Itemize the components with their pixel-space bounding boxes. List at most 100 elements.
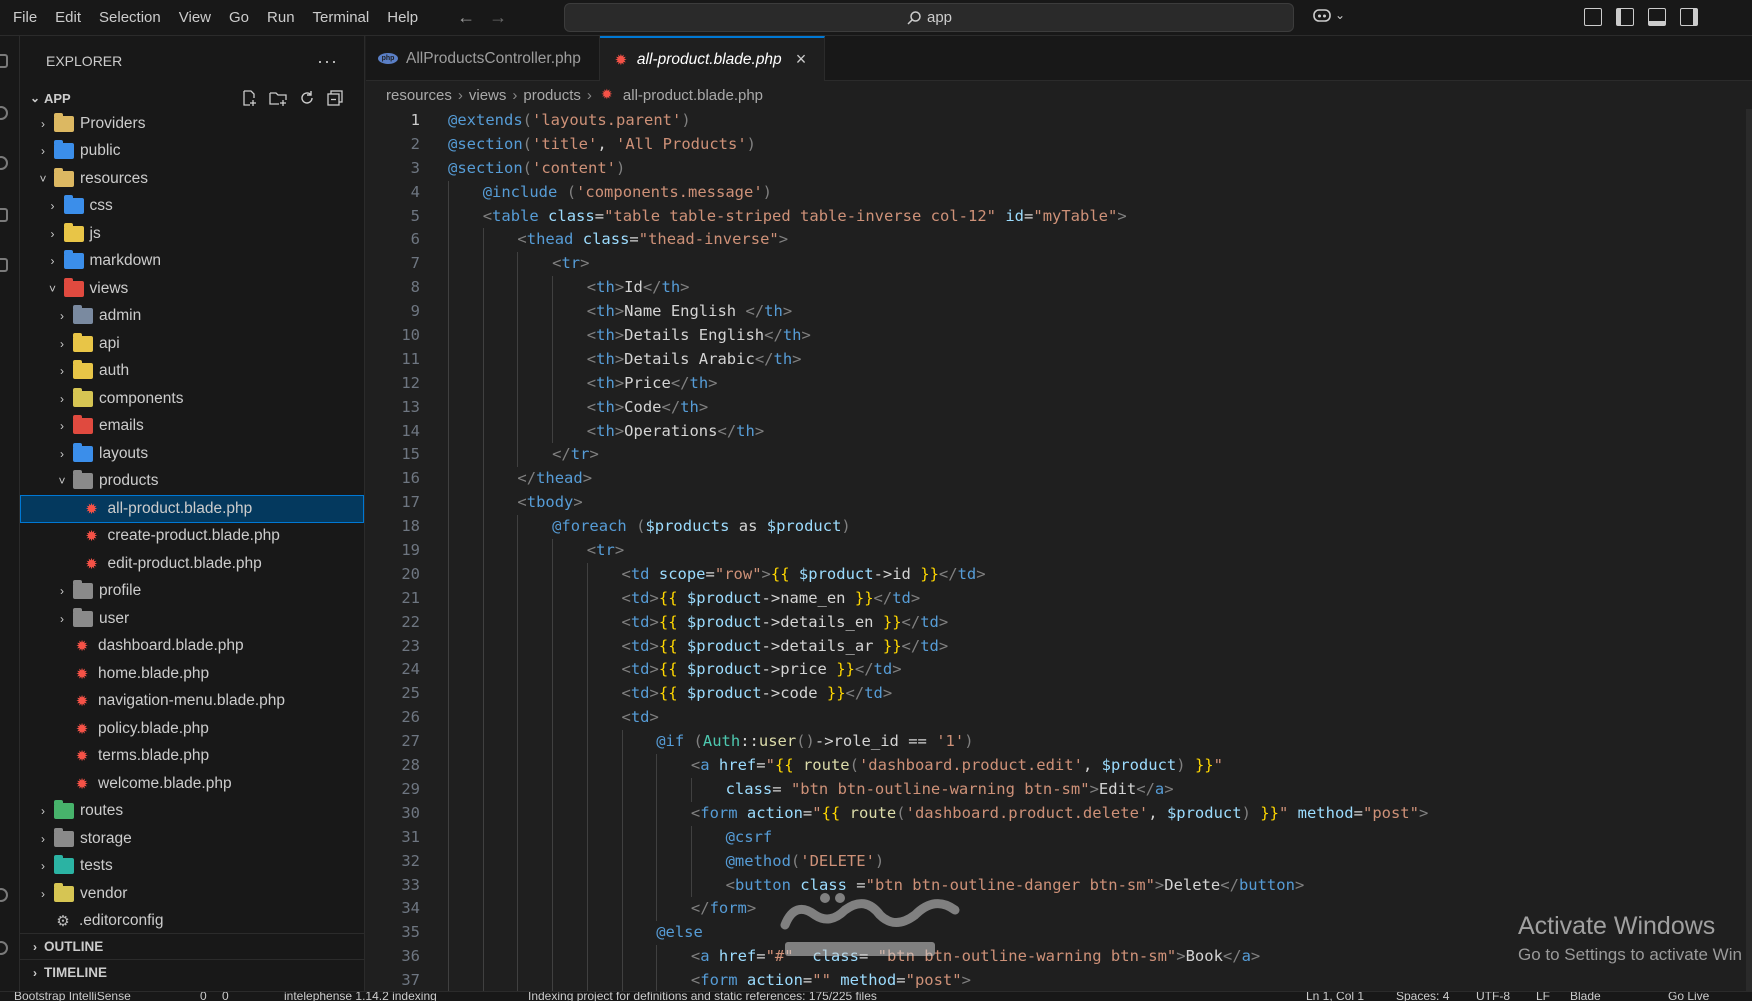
code-token: </ xyxy=(1220,875,1239,894)
timeline-section[interactable]: › TIMELINE xyxy=(20,959,365,985)
command-center-search[interactable]: app xyxy=(564,3,1294,32)
status-item[interactable]: Bootstrap IntelliSense xyxy=(14,992,131,1001)
folder-item[interactable]: › storage xyxy=(20,825,364,853)
back-arrow-icon[interactable]: ← xyxy=(457,7,475,28)
code-editor[interactable]: 1 @extends('layouts.parent') 2 @section('ti… xyxy=(366,109,1752,991)
tab-all-product-blade[interactable]: ✹ all-product.blade.php × xyxy=(599,36,826,81)
code-token: @foreach xyxy=(552,517,627,536)
status-cursor-position[interactable]: Ln 1, Col 1 xyxy=(1306,992,1364,1001)
file-item[interactable]: ✹ create-product.blade.php xyxy=(20,523,364,551)
code-token: < xyxy=(586,326,597,345)
customize-layout-icon[interactable] xyxy=(1584,8,1602,26)
tree-item-label: .editorconfig xyxy=(79,912,164,930)
folder-item[interactable]: ˅ resources xyxy=(20,165,364,193)
file-item[interactable]: ✹ terms.blade.php xyxy=(20,743,364,771)
code-line: 13 <th>Code</th> xyxy=(366,395,1752,420)
refresh-icon[interactable] xyxy=(298,89,316,107)
status-eol[interactable]: LF xyxy=(1536,992,1550,1001)
indent-guide xyxy=(448,395,449,420)
breadcrumb-item[interactable]: resources xyxy=(386,87,452,104)
toggle-primary-sidebar-icon[interactable] xyxy=(1616,8,1634,26)
file-item[interactable]: ✹ all-product.blade.php xyxy=(20,495,364,523)
status-item[interactable]: intelephense 1.14.2 indexing xyxy=(284,992,437,1001)
folder-item[interactable]: › layouts xyxy=(20,440,364,468)
new-file-icon[interactable] xyxy=(240,89,258,107)
blade-file-icon: ✹ xyxy=(85,554,98,573)
indent-guide xyxy=(482,730,484,755)
status-go-live[interactable]: Go Live xyxy=(1668,992,1709,1001)
folder-item[interactable]: ˅ views xyxy=(20,275,364,303)
code-token: @extends xyxy=(448,111,523,129)
file-item[interactable]: ✹ welcome.blade.php xyxy=(20,770,364,798)
indent-guide xyxy=(448,276,449,301)
account-icon[interactable] xyxy=(0,888,8,902)
extensions-icon[interactable] xyxy=(0,258,8,272)
status-warnings[interactable]: 0 xyxy=(222,992,229,1001)
indent-guide xyxy=(482,801,484,826)
copilot-button[interactable]: ⌄ xyxy=(1312,6,1345,24)
menu-selection[interactable]: Selection xyxy=(90,0,170,36)
menu-help[interactable]: Help xyxy=(378,0,427,36)
file-item[interactable]: ⚙ .editorconfig xyxy=(20,908,364,936)
breadcrumb-item[interactable]: products xyxy=(523,87,581,104)
collapse-all-icon[interactable] xyxy=(326,89,344,107)
file-item[interactable]: ✹ dashboard.blade.php xyxy=(20,633,364,661)
file-item[interactable]: ✹ policy.blade.php xyxy=(20,715,364,743)
toggle-panel-icon[interactable] xyxy=(1648,8,1666,26)
blade-file-icon: ✹ xyxy=(75,664,89,683)
settings-gear-icon[interactable] xyxy=(0,941,8,955)
status-item[interactable]: Indexing project for definitions and sta… xyxy=(528,992,877,1001)
folder-item[interactable]: › api xyxy=(20,330,364,358)
folder-item[interactable]: › js xyxy=(20,220,364,248)
folder-item[interactable]: › markdown xyxy=(20,248,364,276)
folder-item[interactable]: › routes xyxy=(20,798,364,826)
folder-item[interactable]: ˅ products xyxy=(20,468,364,496)
folder-item[interactable]: › components xyxy=(20,385,364,413)
menu-view[interactable]: View xyxy=(170,0,220,36)
folder-item[interactable]: › profile xyxy=(20,578,364,606)
status-indentation[interactable]: Spaces: 4 xyxy=(1396,992,1449,1001)
breadcrumb-item[interactable]: all-product.blade.php xyxy=(623,87,763,104)
tab-allproductscontroller[interactable]: php AllProductsController.php xyxy=(366,36,600,81)
outline-section[interactable]: › OUTLINE xyxy=(20,933,365,959)
folder-item[interactable]: › emails xyxy=(20,413,364,441)
menu-run[interactable]: Run xyxy=(258,0,304,36)
folder-item[interactable]: › vendor xyxy=(20,880,364,908)
folder-item[interactable]: › user xyxy=(20,605,364,633)
file-item[interactable]: ✹ edit-product.blade.php xyxy=(20,550,364,578)
menu-file[interactable]: File xyxy=(4,0,46,36)
folder-item[interactable]: › Providers xyxy=(20,110,364,138)
folder-item[interactable]: › admin xyxy=(20,303,364,331)
folder-item[interactable]: › tests xyxy=(20,853,364,881)
file-item[interactable]: ✹ home.blade.php xyxy=(20,660,364,688)
folder-item[interactable]: › css xyxy=(20,193,364,221)
scrollbar[interactable] xyxy=(1746,109,1752,991)
search-icon[interactable] xyxy=(0,106,8,120)
code-token: ->details_ar xyxy=(761,636,883,655)
explorer-icon[interactable] xyxy=(0,54,8,68)
code-token: {{ xyxy=(658,684,678,703)
forward-arrow-icon[interactable]: → xyxy=(489,7,507,28)
source-control-icon[interactable] xyxy=(0,156,8,170)
close-icon[interactable]: × xyxy=(796,49,807,70)
code-token: form xyxy=(709,899,747,918)
toggle-secondary-sidebar-icon[interactable] xyxy=(1680,8,1698,26)
status-errors[interactable]: 0 xyxy=(200,992,207,1001)
folder-item[interactable]: › auth xyxy=(20,358,364,386)
more-actions-icon[interactable]: ··· xyxy=(317,51,338,72)
breadcrumb-item[interactable]: views xyxy=(469,87,507,104)
menu-terminal[interactable]: Terminal xyxy=(304,0,379,36)
blade-file-icon: ✹ xyxy=(75,637,89,656)
run-debug-icon[interactable] xyxy=(0,208,8,222)
status-encoding[interactable]: UTF-8 xyxy=(1476,992,1510,1001)
file-item[interactable]: ✹ navigation-menu.blade.php xyxy=(20,688,364,716)
folder-item[interactable]: › public xyxy=(20,138,364,166)
menu-go[interactable]: Go xyxy=(220,0,258,36)
new-folder-icon[interactable] xyxy=(268,89,288,107)
app-folder-header[interactable]: ⌄ APP xyxy=(20,86,364,110)
code-token: $product xyxy=(1101,756,1177,775)
status-language[interactable]: Blade xyxy=(1570,992,1601,1001)
code-token: '1' xyxy=(936,732,965,751)
menu-edit[interactable]: Edit xyxy=(46,0,90,36)
